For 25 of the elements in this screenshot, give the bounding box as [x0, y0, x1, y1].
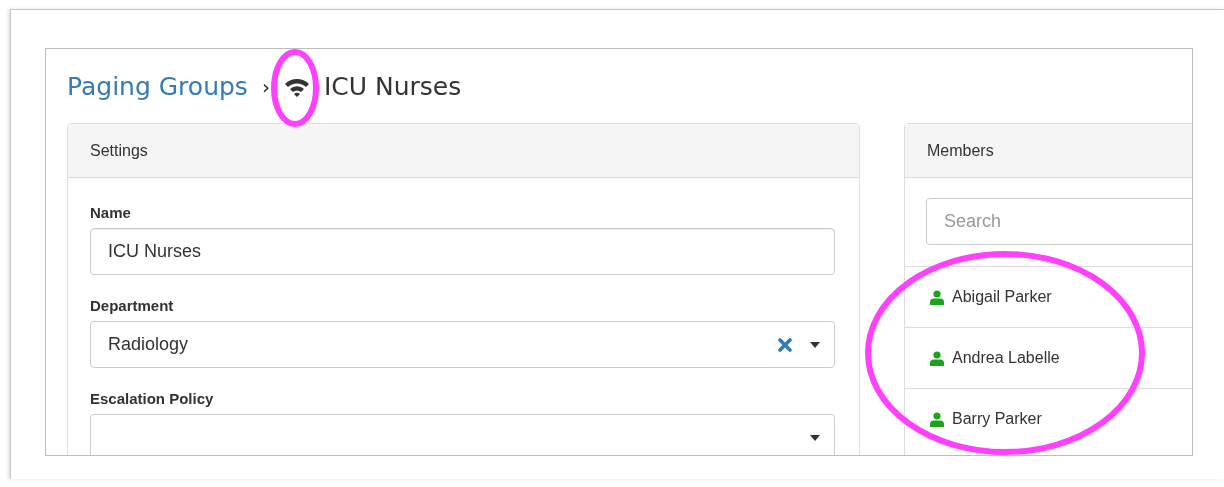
user-icon [930, 411, 944, 427]
breadcrumb-separator: › [261, 74, 270, 99]
member-item[interactable]: Barry Parker [905, 388, 1192, 449]
wifi-icon [283, 76, 310, 97]
field-label: Name [90, 204, 132, 221]
panel-title: Settings [68, 124, 859, 178]
breadcrumb-link[interactable]: Paging Groups [67, 72, 248, 101]
panel-title: Members [905, 124, 1192, 178]
name-field[interactable]: ICU Nurses [90, 228, 835, 275]
member-name: Barry Parker [952, 410, 1042, 428]
field-label: Escalation Policy [90, 390, 215, 407]
search-field[interactable]: Search [926, 198, 1192, 245]
select-field[interactable] [90, 414, 835, 455]
member-name: Andrea Labelle [952, 349, 1060, 367]
clear-icon[interactable] [778, 337, 792, 352]
caret-icon [810, 434, 820, 441]
page-title: ICU Nurses [323, 72, 462, 101]
select-field[interactable]: Radiology [90, 321, 835, 368]
user-icon [930, 289, 944, 305]
member-name: Abigail Parker [952, 288, 1052, 306]
member-item[interactable]: Andrea Labelle [905, 327, 1192, 388]
caret-icon [810, 341, 820, 348]
user-icon [930, 350, 944, 366]
field-label: Department [90, 297, 175, 314]
member-item[interactable]: Abigail Parker [905, 266, 1192, 327]
